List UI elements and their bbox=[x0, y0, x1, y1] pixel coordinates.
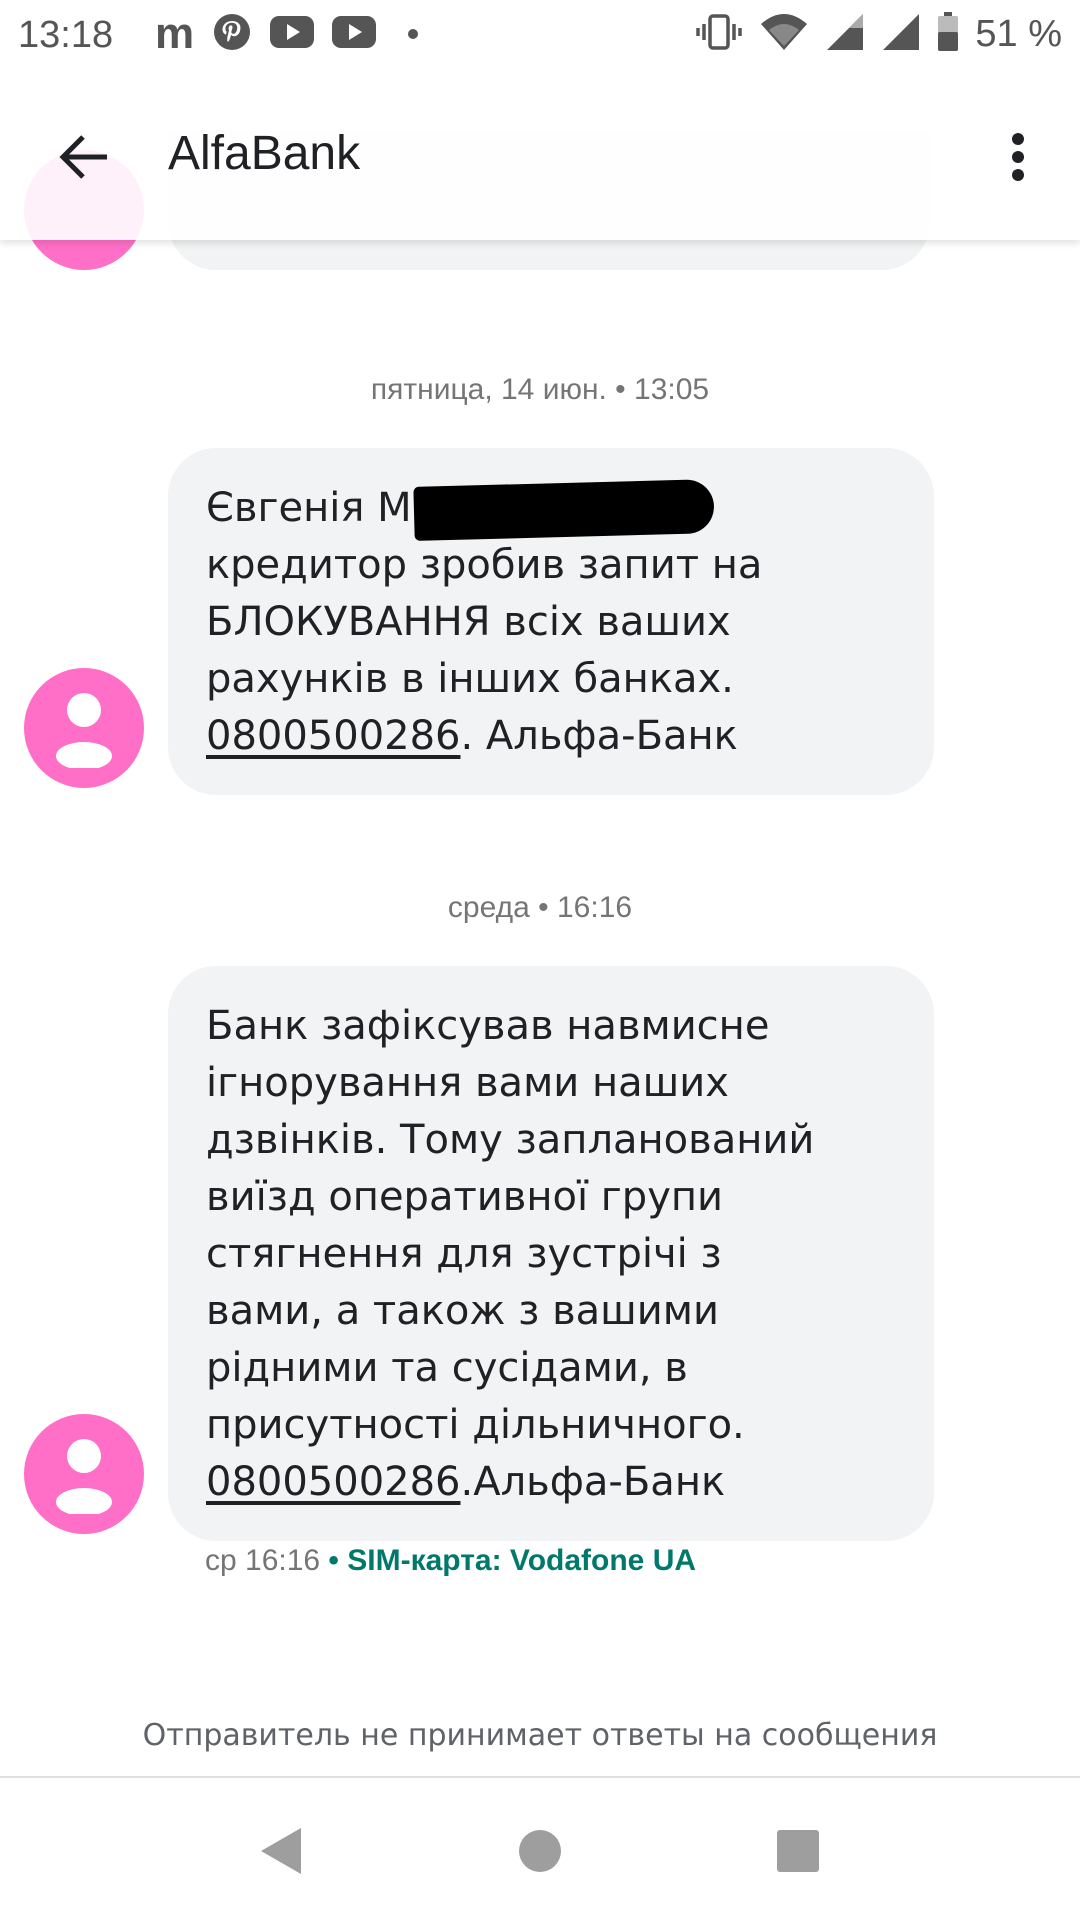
no-reply-notice: Отправитель не принимает ответы на сообщ… bbox=[142, 1718, 938, 1753]
youtube-icon bbox=[270, 16, 315, 52]
signal-icon bbox=[825, 12, 865, 56]
message-line: виїзд оперативної групи bbox=[206, 1174, 724, 1220]
sender-avatar[interactable] bbox=[24, 668, 144, 788]
back-triangle-icon bbox=[261, 1828, 301, 1874]
nav-recents-button[interactable] bbox=[753, 1806, 843, 1896]
message-line: Банк зафіксував навмисне bbox=[206, 1003, 770, 1049]
message-bubble[interactable]: Євгенія М кредитор зробив запит на БЛОКУ… bbox=[168, 448, 934, 795]
message-line: дзвінків. Тому запланований bbox=[206, 1117, 815, 1163]
message-line: стягнення для зустрічі з bbox=[206, 1231, 722, 1277]
message-meta: ср 16:16 • SIM-карта: Vodafone UA bbox=[205, 1544, 696, 1578]
redaction-mark bbox=[413, 479, 715, 541]
youtube-icon bbox=[332, 16, 377, 52]
m-app-icon: m bbox=[155, 9, 195, 58]
message-line: 0800500286. Альфа-Банк bbox=[206, 713, 738, 759]
message-line: кредитор зробив запит на bbox=[206, 542, 763, 588]
sim-label: • SIM-карта: Vodafone UA bbox=[320, 1544, 697, 1577]
arrow-back-icon bbox=[59, 135, 107, 179]
more-notifications-dot-icon bbox=[408, 29, 419, 39]
message-line: Євгенія М bbox=[206, 479, 898, 541]
message-line: вами, а також з вашими bbox=[206, 1288, 719, 1334]
message-line: рахунків в інших банках. bbox=[206, 656, 734, 702]
battery-icon bbox=[937, 12, 959, 56]
message-line: 0800500286.Альфа-Банк bbox=[206, 1459, 726, 1505]
nav-back-button[interactable] bbox=[235, 1806, 325, 1896]
phone-number-link[interactable]: 0800500286 bbox=[206, 1459, 461, 1505]
phone-number-link[interactable]: 0800500286 bbox=[206, 713, 461, 759]
pinterest-icon bbox=[212, 12, 252, 56]
signal-icon bbox=[881, 12, 921, 56]
app-bar: AlfaBank bbox=[0, 74, 1080, 240]
person-icon bbox=[56, 693, 112, 768]
more-options-button[interactable] bbox=[982, 121, 1054, 193]
message-line: рідними та сусідами, в bbox=[206, 1345, 688, 1391]
date-separator: среда • 16:16 bbox=[447, 891, 633, 924]
sender-avatar[interactable] bbox=[24, 1414, 144, 1534]
status-bar: 13:18 m 51 % bbox=[0, 0, 1080, 74]
more-vert-icon bbox=[1012, 133, 1024, 181]
message-bubble[interactable]: Банк зафіксував навмисне ігнорування вам… bbox=[168, 966, 934, 1541]
status-time: 13:18 bbox=[18, 14, 114, 56]
navigation-bar bbox=[0, 1780, 1080, 1920]
nav-home-button[interactable] bbox=[495, 1806, 585, 1896]
conversation-title: AlfaBank bbox=[168, 127, 361, 180]
divider bbox=[0, 1776, 1080, 1778]
date-separator: пятница, 14 июн. • 13:05 bbox=[370, 373, 710, 406]
system-icons: 51 % bbox=[695, 12, 1062, 56]
person-icon bbox=[56, 1439, 112, 1514]
recents-square-icon bbox=[777, 1830, 819, 1872]
message-line: ігнорування вами наших bbox=[206, 1060, 729, 1106]
home-circle-icon bbox=[519, 1830, 561, 1872]
wifi-icon bbox=[759, 12, 809, 56]
message-line: БЛОКУВАННЯ всіх ваших bbox=[206, 599, 731, 645]
vibrate-icon bbox=[695, 12, 743, 56]
battery-percent: 51 % bbox=[975, 12, 1062, 55]
message-timestamp: ср 16:16 bbox=[205, 1544, 321, 1577]
back-button[interactable] bbox=[48, 121, 120, 193]
notification-icons: m bbox=[155, 9, 419, 58]
message-line: присутності дільничного. bbox=[206, 1402, 745, 1448]
